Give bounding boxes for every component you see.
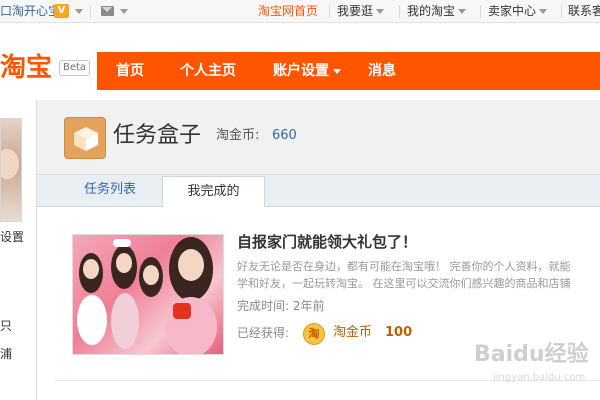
main-nav: 首页 个人主页 账户设置 消息 [97, 52, 600, 90]
sidebar-settings[interactable]: 设置 [0, 229, 24, 245]
page: 口淘开心宝 V 淘宝网首页 我要逛 我的淘宝 卖家中心 联系客 淘宝 Beta … [0, 0, 600, 400]
task-image[interactable] [72, 234, 224, 355]
sidebar-item[interactable]: 浦 [0, 346, 12, 362]
taobao-coin-icon: 淘 [303, 323, 325, 345]
mail-icon[interactable] [101, 6, 114, 16]
nav-account-settings[interactable]: 账户设置 [273, 52, 341, 90]
taobao-logo[interactable]: 淘宝 [0, 52, 52, 84]
task-box-icon [64, 117, 106, 159]
baidu-watermark-url: jingyan.baidu.com [493, 372, 586, 383]
beta-badge: Beta [59, 60, 91, 76]
tab-completed[interactable]: 我完成的 [162, 176, 265, 208]
v-badge-icon: V [54, 4, 69, 18]
coin-balance: 660 [272, 128, 297, 143]
earned-unit: 淘金币 [333, 325, 373, 340]
seller-center-menu[interactable]: 卖家中心 [488, 3, 548, 19]
want-menu[interactable]: 我要逛 [337, 3, 385, 19]
task-description: 好友无论是否在身边，都有可能在淘宝哦！ 完善你的个人资料，就能 [237, 260, 571, 273]
contact-link[interactable]: 联系客 [568, 3, 600, 19]
nav-profile[interactable]: 个人主页 [180, 52, 236, 90]
nav-messages[interactable]: 消息 [368, 52, 396, 90]
task-description: 学和好友，一起玩转淘宝。 在这里可以交流你们感兴趣的商品和店铺 [237, 277, 571, 290]
top-utility-bar: 口淘开心宝 V 淘宝网首页 我要逛 我的淘宝 卖家中心 联系客 [0, 0, 600, 23]
page-title: 任务盒子 [113, 123, 202, 148]
happy-store-link[interactable]: 口淘开心宝 [0, 3, 60, 19]
nav-home[interactable]: 首页 [116, 52, 144, 90]
taobao-home-link[interactable]: 淘宝网首页 [258, 3, 318, 19]
sidebar-item[interactable]: 只 [0, 318, 12, 334]
earned-label: 已经获得: [237, 326, 290, 340]
chevron-down-icon[interactable] [75, 9, 83, 14]
chevron-down-icon [333, 68, 341, 74]
baidu-watermark: Baidu经验 [474, 342, 589, 367]
task-title[interactable]: 自报家门就能领大礼包了！ [237, 232, 417, 252]
tab-task-list[interactable]: 任务列表 [84, 181, 136, 199]
coin-label: 淘金币: [216, 128, 260, 143]
earned-amount: 100 [385, 325, 413, 340]
avatar[interactable] [0, 118, 22, 222]
completion-time: 完成时间: 2年前 [237, 299, 325, 313]
my-taobao-menu[interactable]: 我的淘宝 [407, 3, 467, 19]
chevron-down-icon[interactable] [120, 9, 128, 14]
